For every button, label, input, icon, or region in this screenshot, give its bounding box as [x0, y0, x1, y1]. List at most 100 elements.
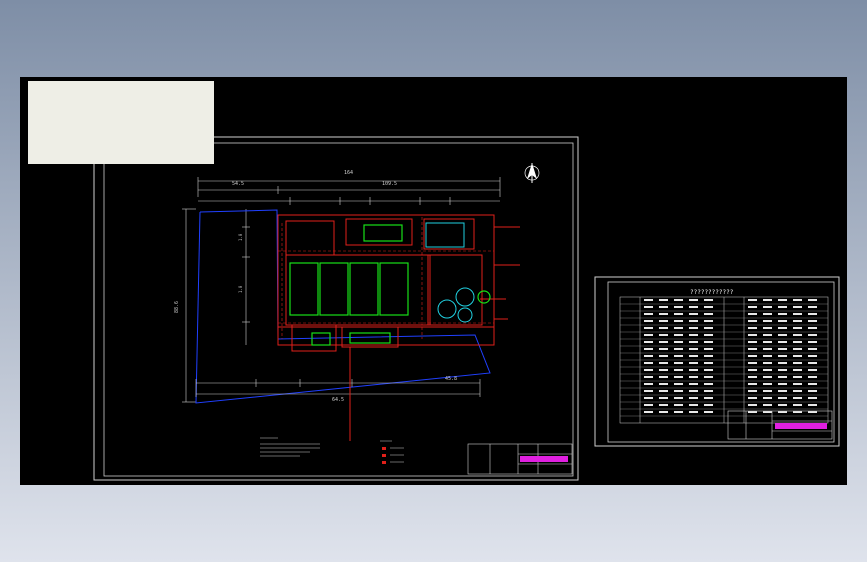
table-cell-text [674, 362, 683, 364]
table-cell-text [778, 390, 787, 392]
table-cell-text [793, 383, 802, 385]
table-cell-text [659, 383, 668, 385]
table-cell-text [808, 334, 817, 336]
table-cell-text [674, 320, 683, 322]
table-cell-text [778, 376, 787, 378]
table-cell-text [659, 341, 668, 343]
table-cell-text [674, 369, 683, 371]
table-cell-text [808, 369, 817, 371]
table-cell-text [778, 320, 787, 322]
dim-label-top-right: 109.5 [382, 181, 397, 187]
table-cell-text [674, 411, 683, 413]
table-cell-text [748, 397, 757, 399]
table-cell-text [704, 306, 713, 308]
drawing-legend [380, 440, 404, 464]
table-cell-text [644, 362, 653, 364]
table-cell-text [689, 320, 698, 322]
table-cell-text [763, 320, 772, 322]
dim-text-left-1: 1.0 [238, 233, 243, 241]
table-cell-text [704, 334, 713, 336]
table-cell-text [659, 390, 668, 392]
table-cell-text [644, 376, 653, 378]
table-cell-text [674, 397, 683, 399]
table-cell-text [808, 383, 817, 385]
table-cell-text [689, 327, 698, 329]
table-cell-text [778, 306, 787, 308]
table-cell-text [644, 383, 653, 385]
table-cell-text [748, 390, 757, 392]
table-cell-text [748, 383, 757, 385]
table-cell-text [748, 348, 757, 350]
table-cell-text [763, 299, 772, 301]
table-cell-text [763, 313, 772, 315]
table-cell-text [659, 376, 668, 378]
table-cell-text [778, 299, 787, 301]
table-cell-text [644, 327, 653, 329]
title-block-stamp [520, 456, 568, 462]
table-cell-text [674, 341, 683, 343]
table-cell-text [689, 383, 698, 385]
table-cell-text [689, 355, 698, 357]
table-cell-text [778, 313, 787, 315]
table-cell-text [674, 355, 683, 357]
table-cell-text [748, 299, 757, 301]
table-cell-text [659, 306, 668, 308]
table-cell-text [674, 334, 683, 336]
table-cell-text [644, 369, 653, 371]
dim-text-left-2: 1.0 [238, 285, 243, 293]
plant-layout [277, 214, 520, 441]
table-cell-text [808, 404, 817, 406]
table-cell-text [763, 383, 772, 385]
sheet-outer-frame [93, 136, 579, 481]
table-cell-text [659, 334, 668, 336]
table-cell-text [793, 404, 802, 406]
table-cell-text [793, 348, 802, 350]
table-cell-text [689, 411, 698, 413]
table-cell-text [778, 369, 787, 371]
table-cell-text [704, 313, 713, 315]
table-cell-text [689, 362, 698, 364]
table-cell-text [689, 348, 698, 350]
table-cell-text [748, 404, 757, 406]
dimension-bottom [195, 379, 481, 397]
title-block-stamp-2 [775, 423, 827, 429]
table-cell-text [793, 376, 802, 378]
table-cell-text [793, 362, 802, 364]
dim-label-top-left: 54.5 [232, 181, 244, 187]
table-cell-text [644, 411, 653, 413]
table-cell-text [748, 376, 757, 378]
table-cell-text [659, 411, 668, 413]
table-cell-text [763, 327, 772, 329]
table-cell-text [763, 306, 772, 308]
table-cell-text [808, 327, 817, 329]
table-cell-text [644, 299, 653, 301]
table-cell-text [763, 390, 772, 392]
table-cell-text [704, 362, 713, 364]
table-cell-text [808, 362, 817, 364]
table-cell-text [659, 404, 668, 406]
drawing-notes [260, 437, 320, 457]
table-cell-text [778, 348, 787, 350]
table-cell-text [778, 327, 787, 329]
table-cell-text [763, 334, 772, 336]
table-cell-text [704, 404, 713, 406]
table-cell-text [689, 299, 698, 301]
table-cell-text [748, 327, 757, 329]
table-cell-text [793, 341, 802, 343]
table-cell-text [659, 348, 668, 350]
table-cell-text [808, 299, 817, 301]
table-cell-text [793, 397, 802, 399]
table-cell-text [793, 313, 802, 315]
dim-label-overall: 164 [344, 170, 353, 176]
clarifiers [425, 222, 475, 323]
table-cell-text [689, 306, 698, 308]
table-cell-text [793, 299, 802, 301]
table-cell-text [674, 383, 683, 385]
table-cell-text [689, 397, 698, 399]
table-cell-text [808, 390, 817, 392]
table-cell-text [674, 376, 683, 378]
table-cell-text [793, 306, 802, 308]
table-cell-text [644, 313, 653, 315]
table-cell-text [793, 355, 802, 357]
table-cell-text [778, 383, 787, 385]
